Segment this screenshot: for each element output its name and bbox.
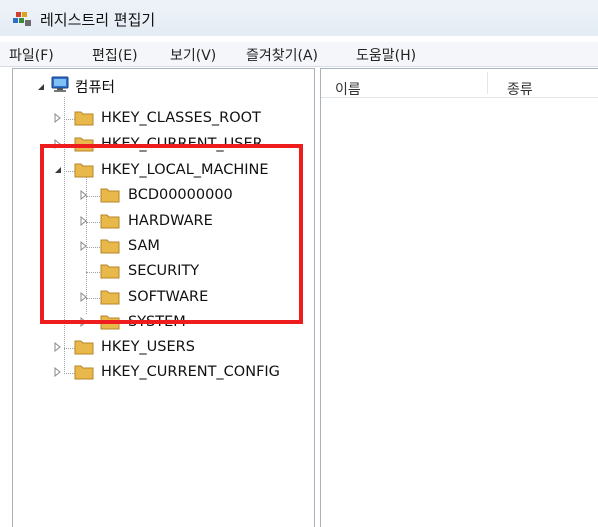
tree-node-label: 컴퓨터 [75, 79, 116, 96]
registry-editor-icon [13, 12, 31, 26]
tree-node-computer[interactable]: 컴퓨터 [75, 75, 115, 97]
computer-icon [51, 76, 69, 92]
column-divider[interactable] [487, 72, 488, 94]
window-title: 레지스트리 편집기 [40, 11, 156, 29]
tree-node-hkey-current-config[interactable]: HKEY_CURRENT_CONFIG [101, 361, 280, 383]
tree-node-hkey-users[interactable]: HKEY_USERS [101, 336, 195, 358]
menu-help[interactable]: 도움말(H) [356, 45, 416, 65]
tree-node-label: HKEY_CLASSES_ROOT [101, 110, 261, 126]
menu-bar: 파일(F) 편집(E) 보기(V) 즐겨찾기(A) 도움말(H) [0, 42, 598, 67]
menu-edit[interactable]: 편집(E) [92, 45, 138, 65]
folder-icon [74, 365, 94, 380]
menu-favorites[interactable]: 즐겨찾기(A) [246, 45, 318, 65]
highlight-box [40, 144, 303, 324]
expand-arrow-icon[interactable] [53, 113, 63, 123]
tree-node-label: HKEY_CURRENT_CONFIG [101, 364, 280, 380]
expand-arrow-icon[interactable] [53, 367, 63, 377]
column-header-name[interactable]: 이름 [335, 79, 361, 99]
tree-node-label: HKEY_USERS [101, 339, 195, 355]
folder-icon [74, 340, 94, 355]
column-header-type[interactable]: 종류 [507, 79, 533, 99]
expand-arrow-icon[interactable] [53, 342, 63, 352]
folder-icon [74, 111, 94, 126]
menu-view[interactable]: 보기(V) [170, 45, 216, 65]
title-bar: 레지스트리 편집기 [0, 0, 598, 36]
menu-file[interactable]: 파일(F) [9, 45, 54, 65]
list-header: 이름 종류 [321, 69, 598, 98]
list-pane[interactable]: 이름 종류 [320, 68, 598, 527]
tree-node-hkey-classes-root[interactable]: HKEY_CLASSES_ROOT [101, 107, 261, 129]
collapse-arrow-icon[interactable] [36, 82, 46, 92]
